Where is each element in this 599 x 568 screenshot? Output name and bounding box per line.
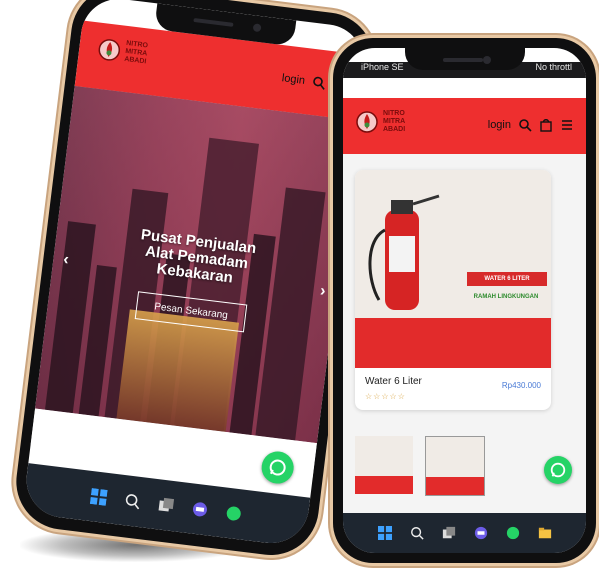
search-icon[interactable] [122,491,142,511]
logo-text-2: MITRA [383,118,406,125]
file-explorer-icon[interactable] [536,524,554,542]
windows-icon[interactable] [89,487,109,507]
device-label[interactable]: iPhone SE [361,62,404,78]
logo-mark-icon [355,110,379,134]
chat-icon[interactable] [190,499,210,519]
menu-icon[interactable] [560,118,574,132]
search-icon[interactable] [518,118,532,132]
product-price: Rp430.000 [501,381,541,390]
whatsapp-icon[interactable] [504,524,522,542]
logo-mark-icon [96,37,123,64]
site-header: NITRO MITRA ABADI login [343,98,586,154]
notch [404,48,525,70]
product-tag: WATER 6 LITER [467,272,547,286]
login-link[interactable]: login [488,119,511,131]
taskbar [343,513,586,553]
logo-text-3: ABADI [383,126,406,133]
whatsapp-icon[interactable] [224,503,244,523]
product-image: WATER 6 LITER RAMAH LINGKUNGAN [355,170,551,368]
search-icon[interactable] [408,524,426,542]
eco-tag: RAMAH LINGKUNGAN [473,294,539,300]
header-nav: login [488,118,574,132]
product-name[interactable]: Water 6 Liter [365,376,422,387]
logo-text-1: NITRO [383,110,405,117]
task-view-icon[interactable] [156,495,176,515]
rating-stars: ☆☆☆☆☆ [365,392,406,401]
site-logo[interactable]: NITRO MITRA ABADI [355,110,405,134]
product-thumbnail[interactable] [425,436,485,496]
product-page: WATER 6 LITER RAMAH LINGKUNGAN Water 6 L… [343,154,586,513]
phone-right-screen: iPhone SE No throttl NITRO MITRA ABADI l… [343,48,586,553]
throttle-label[interactable]: No throttl [535,62,572,78]
product-thumbnail[interactable] [355,436,413,494]
product-image-banner [355,318,551,368]
product-card[interactable]: WATER 6 LITER RAMAH LINGKUNGAN Water 6 L… [355,170,551,410]
cart-icon[interactable] [539,118,553,132]
search-icon[interactable] [311,75,327,91]
task-view-icon[interactable] [440,524,458,542]
hero-banner: Pusat Penjualan Alat Pemadam Kebakaran P… [35,85,357,444]
site-logo[interactable]: NITRO MITRA ABADI [96,37,149,67]
login-link[interactable]: login [281,72,306,87]
chat-icon[interactable] [472,524,490,542]
phone-left-screen: NITRO MITRA ABADI login Pusat Penjualan … [22,0,368,548]
logo-text-3: ABADI [123,55,147,66]
windows-icon[interactable] [376,524,394,542]
phone-left: NITRO MITRA ABADI login Pusat Penjualan … [10,0,380,561]
whatsapp-icon[interactable] [544,456,572,484]
phone-right: iPhone SE No throttl NITRO MITRA ABADI l… [333,38,596,563]
